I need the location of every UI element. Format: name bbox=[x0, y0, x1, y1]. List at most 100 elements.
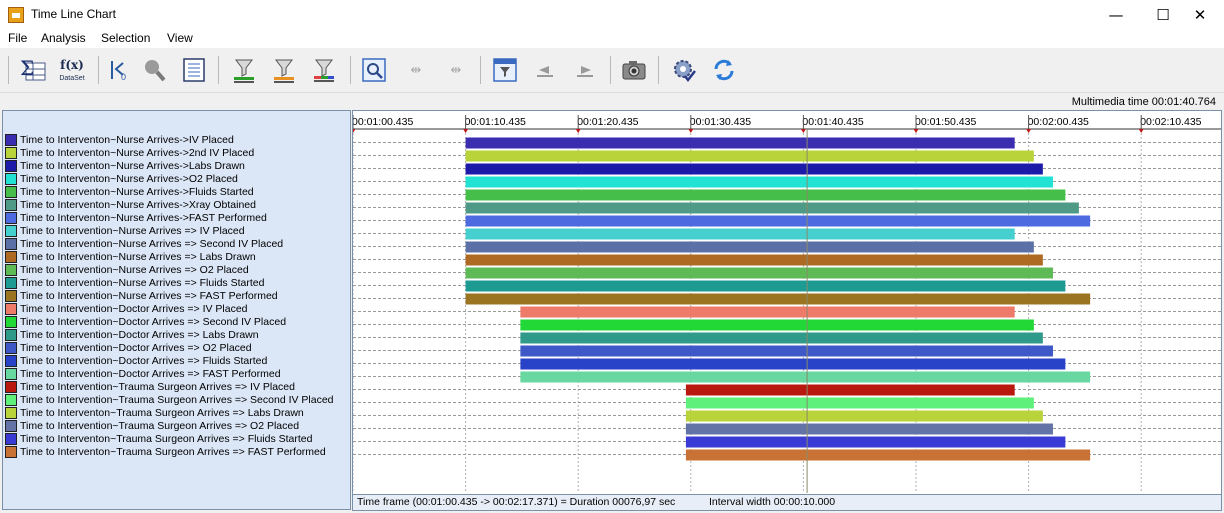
legend-item[interactable]: Time to Interventon~Nurse Arrives->2nd I… bbox=[5, 147, 350, 160]
legend-label: Time to Interventon~Nurse Arrives->Labs … bbox=[20, 160, 245, 172]
legend-item[interactable]: Time to Intervention~Doctor Arrives => L… bbox=[5, 329, 350, 342]
zoom-in-time-icon[interactable]: ⇹ bbox=[400, 54, 432, 86]
go-to-start-icon[interactable]: 0 bbox=[104, 54, 136, 86]
title-bar: Time Line Chart — ☐ ✕ bbox=[0, 0, 1224, 30]
legend-swatch bbox=[5, 446, 17, 458]
timeline-bar bbox=[465, 137, 1015, 149]
filter-window-icon[interactable] bbox=[489, 54, 521, 86]
legend-item[interactable]: Time to Interventon~Trauma Surgeon Arriv… bbox=[5, 446, 350, 459]
menu-bar: File Analysis Selection View bbox=[0, 30, 1224, 48]
legend-item[interactable]: Time to Interventon~Nurse Arrives->Xray … bbox=[5, 199, 350, 212]
settings-check-icon[interactable] bbox=[668, 54, 700, 86]
time-tick-marker bbox=[1138, 129, 1144, 133]
legend-swatch bbox=[5, 420, 17, 432]
minimize-button[interactable]: — bbox=[1098, 0, 1134, 30]
legend-item[interactable]: Time to Intervention~Nurse Arrives => O2… bbox=[5, 264, 350, 277]
zoom-window-icon[interactable] bbox=[358, 54, 390, 86]
time-tick-marker bbox=[800, 129, 806, 133]
time-tick-marker bbox=[913, 129, 919, 133]
timeline-bar bbox=[520, 332, 1043, 344]
legend-swatch bbox=[5, 264, 17, 276]
legend-item[interactable]: Time to Intervention~Doctor Arrives => O… bbox=[5, 342, 350, 355]
legend-swatch bbox=[5, 329, 17, 341]
timeline-bar bbox=[465, 150, 1034, 162]
legend-item[interactable]: Time to Intervention~Nurse Arrives => Fl… bbox=[5, 277, 350, 290]
legend-label: Time to Interventon~Nurse Arrives->2nd I… bbox=[20, 147, 255, 159]
filter-green-icon[interactable] bbox=[228, 54, 260, 86]
toolbar-separator bbox=[610, 56, 611, 84]
legend-item[interactable]: Time to Interventon~Nurse Arrives->O2 Pl… bbox=[5, 173, 350, 186]
timeline-bar bbox=[465, 228, 1015, 240]
svg-text:0: 0 bbox=[121, 72, 126, 82]
menu-file[interactable]: File bbox=[8, 31, 27, 45]
function-dataset-icon[interactable]: f(x) DataSet bbox=[56, 54, 88, 86]
filter-multicolor-icon[interactable] bbox=[308, 54, 340, 86]
zoom-out-time-icon[interactable]: ⇹ bbox=[440, 54, 472, 86]
legend-swatch bbox=[5, 199, 17, 211]
time-tick-marker bbox=[350, 129, 356, 133]
svg-text:⇹: ⇹ bbox=[451, 63, 462, 78]
legend-item[interactable]: Time to Intervention~Trauma Surgeon Arri… bbox=[5, 381, 350, 394]
legend-item[interactable]: Time to Interventon~Nurse Arrives->FAST … bbox=[5, 212, 350, 225]
legend-label: Time to Interventon~Nurse Arrives->O2 Pl… bbox=[20, 173, 238, 185]
time-tick-label: 00:01:10.435 bbox=[465, 116, 526, 128]
time-tick-marker bbox=[688, 129, 694, 133]
legend-label: Time to Intervention~Trauma Surgeon Arri… bbox=[20, 381, 295, 393]
toolbar-separator bbox=[98, 56, 99, 84]
menu-view[interactable]: View bbox=[167, 31, 193, 45]
legend-item[interactable]: Time to Intervention~Doctor Arrives => I… bbox=[5, 303, 350, 316]
timeline-chart[interactable]: 00:01:00.435 00:01:10.435 00:01:20.435 00:0… bbox=[350, 111, 1221, 510]
legend-item[interactable]: Time to Intervention~Trauma Surgeon Arri… bbox=[5, 394, 350, 407]
legend-item[interactable]: Time to Interventon~Nurse Arrives->Fluid… bbox=[5, 186, 350, 199]
menu-analysis[interactable]: Analysis bbox=[41, 31, 86, 45]
timeline-bar bbox=[520, 371, 1091, 383]
filter-orange-icon[interactable] bbox=[268, 54, 300, 86]
legend-item[interactable]: Time to Intervention~Trauma Surgeon Arri… bbox=[5, 420, 350, 433]
timeline-bar bbox=[685, 423, 1053, 435]
legend-label: Time to Interventon~Trauma Surgeon Arriv… bbox=[20, 407, 304, 419]
legend-item[interactable]: Time to Intervention~Nurse Arrives => FA… bbox=[5, 290, 350, 303]
timeline-bar bbox=[465, 267, 1053, 279]
legend-item[interactable]: Time to Intervention~Nurse Arrives => Se… bbox=[5, 238, 350, 251]
magnifier-icon[interactable] bbox=[138, 54, 170, 86]
maximize-button[interactable]: ☐ bbox=[1145, 0, 1181, 30]
list-document-icon[interactable] bbox=[178, 54, 210, 86]
legend-item[interactable]: Time to Interventon~Trauma Surgeon Arriv… bbox=[5, 407, 350, 420]
legend-item[interactable]: Time to Intervention~Nurse Arrives => La… bbox=[5, 251, 350, 264]
legend-swatch bbox=[5, 381, 17, 393]
legend-swatch bbox=[5, 238, 17, 250]
sum-table-icon[interactable]: Σ bbox=[17, 54, 49, 86]
timeline-bar bbox=[685, 436, 1066, 448]
close-button[interactable]: ✕ bbox=[1182, 0, 1218, 30]
legend-swatch bbox=[5, 290, 17, 302]
legend-item[interactable]: Time to Interventon~Nurse Arrives->IV Pl… bbox=[5, 134, 350, 147]
legend-pane: Time to Interventon~Nurse Arrives->IV Pl… bbox=[2, 110, 351, 510]
legend-item[interactable]: Time to Interventon~Trauma Surgeon Arriv… bbox=[5, 433, 350, 446]
timeline-bar bbox=[465, 215, 1091, 227]
legend-item[interactable]: Time to Intervention~Doctor Arrives => F… bbox=[5, 355, 350, 368]
legend-label: Time to Intervention~Doctor Arrives => S… bbox=[20, 316, 287, 328]
time-tick-label: 00:02:10.435 bbox=[1140, 116, 1201, 128]
next-arrow-icon[interactable] bbox=[569, 54, 601, 86]
legend-swatch bbox=[5, 212, 17, 224]
legend-item[interactable]: Time to Intervention~Nurse Arrives => IV… bbox=[5, 225, 350, 238]
legend-item[interactable]: Time to Intervention~Doctor Arrives => S… bbox=[5, 316, 350, 329]
app-icon bbox=[8, 7, 24, 23]
timeline-bar bbox=[465, 241, 1034, 253]
previous-arrow-icon[interactable] bbox=[529, 54, 561, 86]
legend-item[interactable]: Time to Interventon~Nurse Arrives->Labs … bbox=[5, 160, 350, 173]
time-tick-marker bbox=[1026, 129, 1032, 133]
legend-label: Time to Intervention~Doctor Arrives => F… bbox=[20, 368, 281, 380]
timeline-bar bbox=[465, 163, 1043, 175]
legend-label: Time to Interventon~Nurse Arrives->Fluid… bbox=[20, 186, 254, 198]
timeline-bar bbox=[520, 345, 1053, 357]
camera-icon[interactable] bbox=[618, 54, 650, 86]
chart-pane[interactable]: 00:01:00.435 00:01:10.435 00:01:20.435 00:0… bbox=[350, 110, 1222, 511]
toolbar-separator bbox=[350, 56, 351, 84]
legend-label: Time to Interventon~Nurse Arrives->Xray … bbox=[20, 199, 256, 211]
legend-item[interactable]: Time to Intervention~Doctor Arrives => F… bbox=[5, 368, 350, 381]
time-tick-marker bbox=[575, 129, 581, 133]
menu-selection[interactable]: Selection bbox=[101, 31, 150, 45]
refresh-icon[interactable] bbox=[708, 54, 740, 86]
svg-text:f(x): f(x) bbox=[60, 58, 84, 72]
